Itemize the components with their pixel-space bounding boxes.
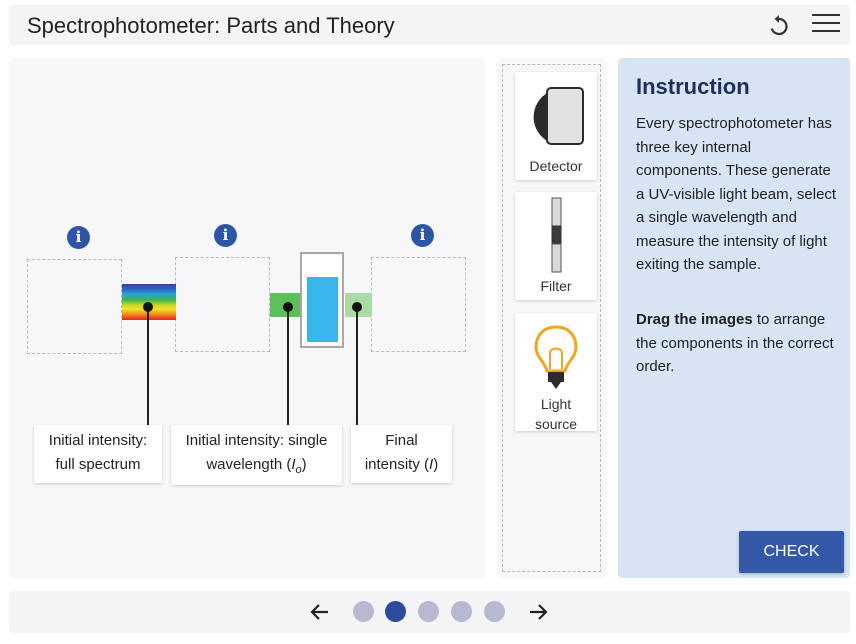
label-2-line1: Initial intensity: single [185,432,328,449]
label-initial-single-wavelength: Initial intensity: single wavelength (Io… [171,425,342,485]
info-icon-slot-1[interactable]: i [67,226,90,249]
instruction-panel: Instruction Every spectrophotometer has … [618,58,850,578]
assembly-workspace: i i i Initial intensity: full spectrum I… [9,58,485,578]
drop-slot-1[interactable] [27,259,122,354]
label-final-intensity: Final intensity (I) [351,425,452,483]
card-light-source-label-line1: Light [540,396,572,412]
page-title: Spectrophotometer: Parts and Theory [27,13,395,38]
filter-icon [551,197,562,273]
cuvette-sample-liquid [307,277,338,342]
light-bulb-icon [534,325,578,389]
pointer-line-2 [287,307,289,425]
card-detector-label: Detector [529,158,583,174]
component-tray: Detector Filter Light source [497,58,607,578]
card-light-source-label-line2: source [534,416,578,432]
label-initial-full-spectrum: Initial intensity: full spectrum [34,425,162,483]
pointer-dot-2 [283,302,293,312]
check-button[interactable]: CHECK [739,531,844,573]
tray-drop-area: Detector Filter Light source [502,64,601,572]
undo-button[interactable] [766,13,792,39]
label-1-line2: full spectrum [55,456,141,473]
info-icon-slot-3[interactable]: i [411,224,434,247]
footer-navigation [9,591,850,633]
detector-icon [533,87,584,145]
label-1-line1: Initial intensity: [48,432,148,449]
page-dot-2[interactable] [385,601,406,622]
drop-slot-3[interactable] [371,257,466,352]
prev-button[interactable] [308,600,332,624]
pointer-line-3 [356,307,358,425]
menu-button[interactable] [812,14,840,36]
hamburger-menu-icon [812,14,840,32]
page-dot-5[interactable] [484,601,505,622]
label-3-line1: Final [385,432,418,449]
card-light-source[interactable]: Light source [515,313,597,432]
undo-icon [770,15,788,36]
instruction-drag-text: Drag the images to arrange the component… [636,308,838,379]
instruction-paragraph: Every spectrophotometer has three key in… [636,115,837,273]
drop-slot-2[interactable] [175,257,270,352]
header-bar: Spectrophotometer: Parts and Theory [9,5,850,45]
instruction-drag-bold: Drag the images [636,311,753,328]
arrow-right-icon [530,604,548,620]
pointer-dot-1 [143,302,153,312]
next-button[interactable] [526,600,550,624]
card-detector[interactable]: Detector [515,72,597,180]
page-dot-1[interactable] [353,601,374,622]
pointer-line-1 [147,307,149,425]
pointer-dot-3 [352,302,362,312]
card-filter[interactable]: Filter [515,192,597,300]
page-dot-3[interactable] [418,601,439,622]
info-icon-slot-2[interactable]: i [214,224,237,247]
label-2-line2: wavelength (Io) [206,456,307,476]
page-dot-4[interactable] [451,601,472,622]
card-filter-label: Filter [540,278,572,294]
label-3-line2: intensity (I) [364,456,439,473]
arrow-left-icon [310,604,328,620]
instruction-title: Instruction [636,74,750,99]
